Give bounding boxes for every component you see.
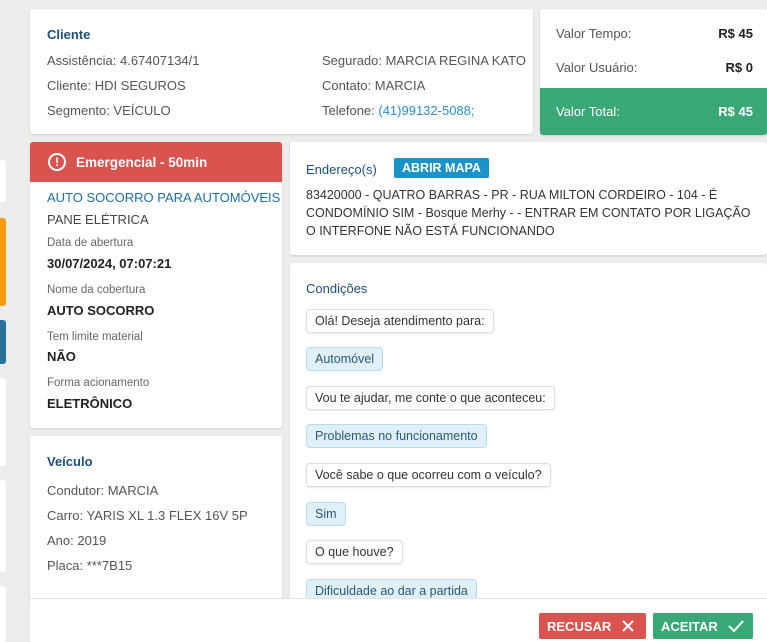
background-panel-edge xyxy=(0,160,6,202)
servico-tipo: AUTO SOCORRO PARA AUTOMÓVEIS xyxy=(47,190,281,205)
telefone-link[interactable]: (41)99132-5088; xyxy=(378,103,474,118)
background-panel-edge-blue xyxy=(0,320,6,364)
chat-answer: Automóvel xyxy=(306,347,384,371)
forma-value: ELETRÔNICO xyxy=(47,396,133,411)
placa-text: Placa: ***7B15 xyxy=(47,558,133,573)
valores-card: Valor Tempo: R$ 45 Valor Usuário: R$ 0 V… xyxy=(540,9,767,135)
valor-usuario-label: Valor Usuário: xyxy=(556,60,638,75)
endereco-text: 83420000 - QUATRO BARRAS - PR - RUA MILT… xyxy=(306,188,751,238)
alert-circle-icon: ! xyxy=(48,153,66,171)
valor-tempo-row: Valor Tempo: R$ 45 xyxy=(556,26,753,41)
cliente-title: Cliente xyxy=(47,27,91,42)
recusar-button[interactable]: RECUSAR xyxy=(539,613,646,639)
aceitar-button[interactable]: ACEITAR xyxy=(653,613,753,639)
contato-text: Contato: MARCIA xyxy=(322,78,426,93)
veiculo-card: Veículo Condutor: MARCIA Carro: YARIS XL… xyxy=(30,436,282,606)
chat-question: Vou te ajudar, me conte o que aconteceu: xyxy=(306,386,555,410)
valor-total-value: R$ 45 xyxy=(718,104,753,119)
background-panel-edge xyxy=(0,378,6,466)
abertura-label: Data de abertura xyxy=(47,237,134,249)
assistencia-text: Assistência: 4.67407134/1 xyxy=(47,53,200,68)
emergency-alert: ! Emergencial - 50min xyxy=(30,142,282,182)
emergency-alert-text: Emergencial - 50min xyxy=(76,154,208,170)
condicoes-title: Condições xyxy=(306,281,368,296)
aceitar-label: ACEITAR xyxy=(661,618,718,634)
segurado-text: Segurado: MARCIA REGINA KATO xyxy=(322,53,526,68)
valor-total-bar: Valor Total: R$ 45 xyxy=(540,88,767,135)
cobertura-value: AUTO SOCORRO xyxy=(47,303,155,318)
valor-total-label: Valor Total: xyxy=(556,104,620,119)
valor-usuario-row: Valor Usuário: R$ 0 xyxy=(556,60,753,75)
abrir-mapa-button[interactable]: ABRIR MAPA xyxy=(394,158,489,178)
background-panel-edge-orange xyxy=(0,218,6,306)
servico-card: ! Emergencial - 50min AUTO SOCORRO PARA … xyxy=(30,142,282,428)
valor-tempo-value: R$ 45 xyxy=(718,26,753,41)
telefone-label: Telefone: xyxy=(322,103,379,118)
chat-question: O que houve? xyxy=(306,540,403,564)
cliente-card: Cliente Assistência: 4.67407134/1 Client… xyxy=(30,9,533,134)
carro-text: Carro: YARIS XL 1.3 FLEX 16V 5P xyxy=(47,508,248,523)
veiculo-title: Veículo xyxy=(47,454,93,469)
endereco-card: Endereço(s) ABRIR MAPA 83420000 - QUATRO… xyxy=(290,142,767,255)
condutor-text: Condutor: MARCIA xyxy=(47,483,159,498)
chat-answer: Sim xyxy=(306,502,346,526)
valor-usuario-value: R$ 0 xyxy=(725,60,753,75)
chat-question: Você sabe o que ocorreu com o veículo? xyxy=(306,463,551,487)
background-panel-edge xyxy=(0,586,6,642)
action-footer: RECUSAR ACEITAR xyxy=(30,598,767,642)
cobertura-label: Nome da cobertura xyxy=(47,284,146,296)
telefone-row: Telefone: (41)99132-5088; xyxy=(322,103,475,118)
recusar-label: RECUSAR xyxy=(547,618,612,634)
cliente-text: Cliente: HDI SEGUROS xyxy=(47,78,186,93)
valor-tempo-label: Valor Tempo: xyxy=(556,26,632,41)
abertura-value: 30/07/2024, 07:07:21 xyxy=(47,256,172,271)
segmento-text: Segmento: VEÍCULO xyxy=(47,103,171,118)
condicoes-card: Condições Olá! Deseja atendimento para: A… xyxy=(290,263,767,642)
limite-label: Tem limite material xyxy=(47,331,143,343)
check-icon xyxy=(728,620,744,633)
forma-label: Forma acionamento xyxy=(47,377,150,389)
servico-problema: PANE ELÉTRICA xyxy=(47,212,149,227)
background-panel-edge xyxy=(0,480,6,572)
close-icon xyxy=(622,620,635,632)
chat-question: Olá! Deseja atendimento para: xyxy=(306,309,494,333)
chat-answer: Problemas no funcionamento xyxy=(306,424,487,448)
ano-text: Ano: 2019 xyxy=(47,533,107,548)
limite-value: NÃO xyxy=(47,349,76,364)
endereco-title: Endereço(s) xyxy=(306,162,377,177)
